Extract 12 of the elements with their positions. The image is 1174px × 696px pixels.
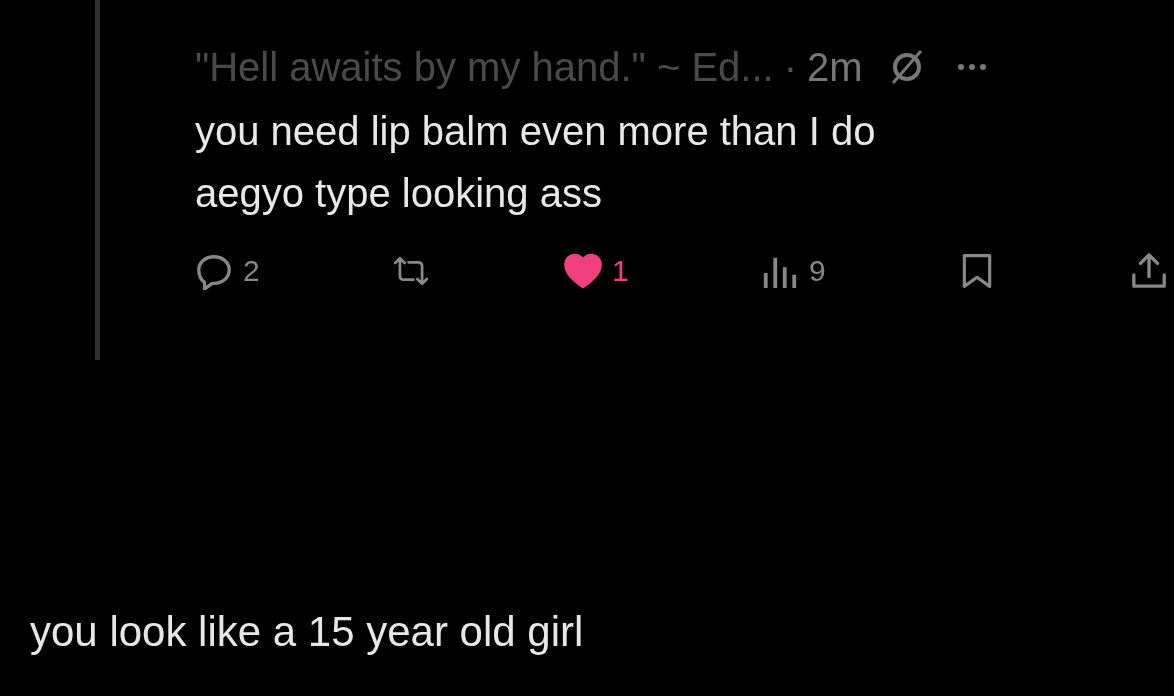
reply-icon[interactable] [195, 252, 233, 290]
action-count: 2 [243, 254, 260, 288]
action-count: 9 [808, 254, 826, 288]
post-text: you need lip balm even more than I do aegyo type looking ass [195, 108, 877, 217]
post-time: 2m [807, 44, 863, 90]
author-name[interactable]: "Hell awaits by my hand." ~ Ed... [195, 44, 774, 90]
caption-text: you look like a 15 year old girl [29, 608, 585, 656]
separator: · [783, 44, 797, 90]
heart-icon[interactable] [564, 252, 603, 290]
more-icon[interactable] [956, 63, 987, 71]
share-icon[interactable] [1130, 252, 1168, 290]
action-count: 1 [612, 254, 629, 288]
